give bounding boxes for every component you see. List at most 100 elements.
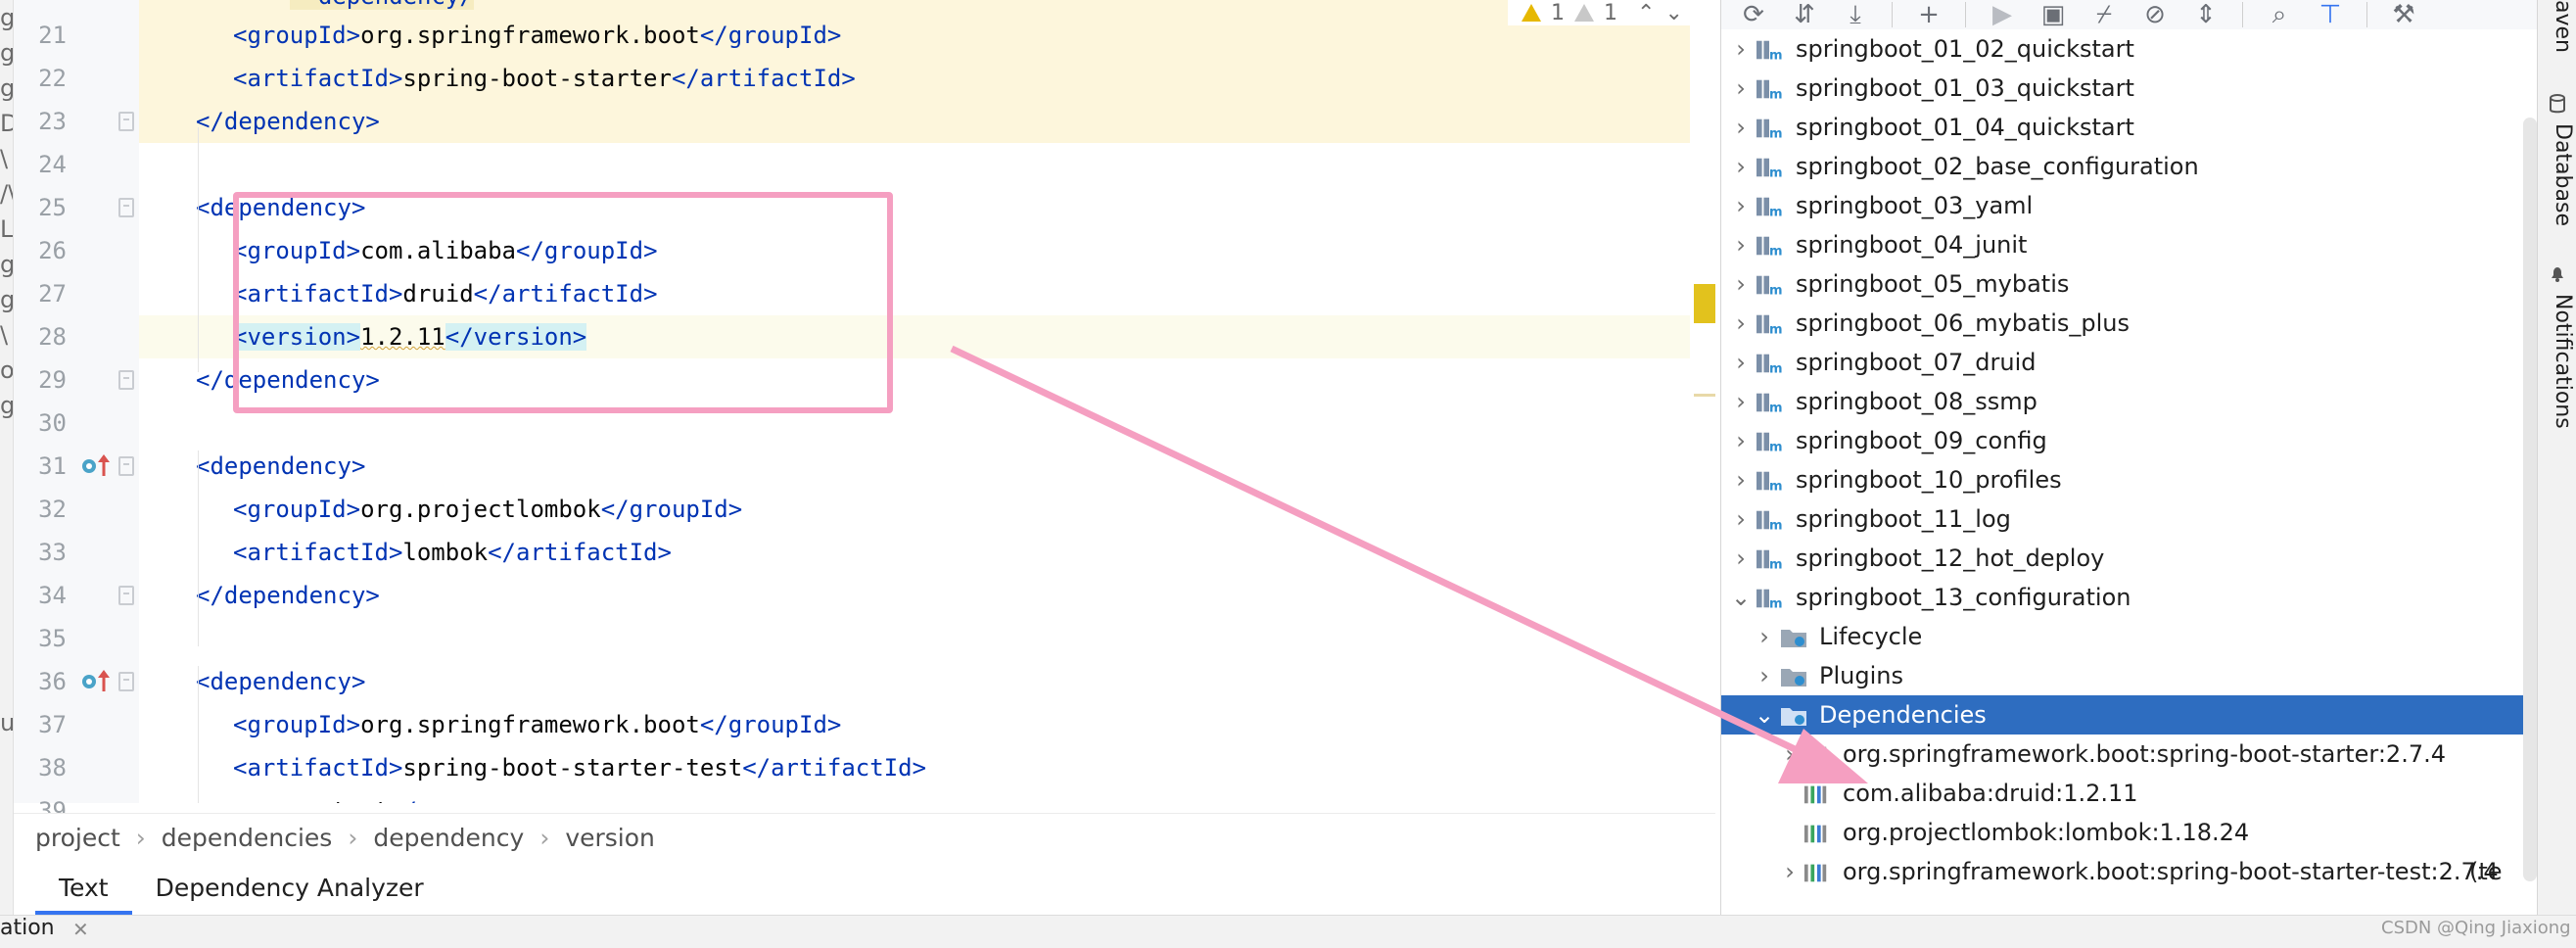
- chevron-right-icon[interactable]: ›: [1753, 617, 1776, 656]
- editor-error-stripe[interactable]: [1690, 0, 1715, 803]
- maven-module-icon: m: [1756, 510, 1782, 532]
- previous-problem-icon[interactable]: ⌃: [1637, 1, 1655, 25]
- chevron-right-icon[interactable]: ›: [1729, 225, 1753, 264]
- fold-open-marker[interactable]: [118, 198, 134, 217]
- dependency-item[interactable]: › org.springframework.boot:spring-boot-st…: [1721, 735, 2537, 774]
- maven-folder-icon: [1781, 708, 1806, 726]
- left-project-strip: g. g. g. D \ /\ Lg. g. \ or g. u: [0, 0, 14, 948]
- breadcrumb-item[interactable]: dependency: [373, 824, 524, 852]
- code-line[interactable]: <scope>test</scope>: [139, 789, 1715, 803]
- show-deps-icon[interactable]: ⊤: [2316, 0, 2345, 29]
- dependency-item[interactable]: com.alibaba:druid:1.2.11: [1721, 774, 2537, 813]
- chevron-right-icon[interactable]: ›: [1729, 539, 1753, 578]
- editor-tab[interactable]: Dependency Analyzer: [132, 862, 447, 915]
- chevron-right-icon[interactable]: ›: [1729, 382, 1753, 421]
- breadcrumb-item[interactable]: project: [35, 824, 120, 852]
- chevron-right-icon[interactable]: ›: [1729, 69, 1753, 108]
- collapse-icon[interactable]: ⇕: [2191, 0, 2221, 29]
- maven-node-dependencies[interactable]: ⌄ Dependencies: [1721, 695, 2537, 735]
- maven-module-item[interactable]: › m springboot_12_hot_deploy: [1721, 539, 2537, 578]
- maven-module-item[interactable]: › m springboot_01_02_quickstart: [1721, 29, 2537, 69]
- chevron-right-icon[interactable]: ›: [1729, 460, 1753, 499]
- code-line[interactable]: </dependency>: [139, 100, 1715, 143]
- inspection-widget[interactable]: 1 1 ⌃ ⌄: [1508, 0, 1713, 25]
- fold-open-marker[interactable]: [118, 456, 134, 476]
- maven-module-item[interactable]: › m springboot_07_druid: [1721, 343, 2537, 382]
- overrides-icon[interactable]: [80, 454, 114, 478]
- maven-module-item[interactable]: › m springboot_01_04_quickstart: [1721, 108, 2537, 147]
- notifications-tool-tab[interactable]: Notifications: [2542, 294, 2575, 429]
- reload-icon[interactable]: ⟳: [1739, 0, 1768, 29]
- maven-tool-tab[interactable]: aven: [2542, 0, 2575, 53]
- settings-icon[interactable]: ⚒: [2389, 0, 2418, 29]
- fold-open-marker[interactable]: [118, 672, 134, 691]
- dependency-item[interactable]: org.projectlombok:lombok:1.18.24: [1721, 813, 2537, 852]
- breadcrumb-item[interactable]: dependencies: [162, 824, 333, 852]
- status-tool-label[interactable]: ation: [0, 916, 55, 940]
- code-line[interactable]: <dependency>: [139, 445, 1715, 488]
- code-line[interactable]: </dependency>: [139, 574, 1715, 617]
- execute-goal-icon[interactable]: ▣: [2038, 0, 2068, 29]
- chevron-right-icon[interactable]: ›: [1729, 147, 1753, 186]
- maven-module-item[interactable]: › m springboot_10_profiles: [1721, 460, 2537, 499]
- fold-close-marker[interactable]: [118, 586, 134, 605]
- maven-module-item[interactable]: › m springboot_06_mybatis_plus: [1721, 304, 2537, 343]
- run-icon[interactable]: ▶: [1988, 0, 2017, 29]
- breadcrumb-item[interactable]: version: [565, 824, 655, 852]
- maven-module-item[interactable]: › m springboot_04_junit: [1721, 225, 2537, 264]
- code-line[interactable]: <artifactId>spring-boot-starter-test</ar…: [139, 746, 1715, 789]
- code-line[interactable]: <artifactId>lombok</artifactId>: [139, 531, 1715, 574]
- dependency-item[interactable]: › org.springframework.boot:spring-boot-st…: [1721, 852, 2537, 891]
- chevron-down-icon[interactable]: ⌄: [1729, 578, 1753, 617]
- maven-module-item[interactable]: › m springboot_08_ssmp: [1721, 382, 2537, 421]
- chevron-right-icon[interactable]: ›: [1753, 656, 1776, 695]
- reimport-icon[interactable]: ⇵: [1790, 0, 1819, 29]
- chevron-down-icon[interactable]: ⌄: [1753, 695, 1776, 735]
- next-problem-icon[interactable]: ⌄: [1664, 1, 1682, 25]
- code-line[interactable]: <groupId>org.projectlombok</groupId>: [139, 488, 1715, 531]
- database-tool-tab[interactable]: Database: [2542, 123, 2575, 226]
- maven-module-item[interactable]: › m springboot_02_base_configuration: [1721, 147, 2537, 186]
- download-icon[interactable]: ⤓: [1841, 0, 1870, 29]
- close-icon[interactable]: ✕: [72, 918, 89, 941]
- maven-module-item[interactable]: › m springboot_05_mybatis: [1721, 264, 2537, 304]
- analyze-icon[interactable]: ⌕: [2265, 0, 2294, 29]
- code-line[interactable]: <artifactId>spring-boot-starter</artifac…: [139, 57, 1715, 100]
- tree-item-label: springboot_12_hot_deploy: [1796, 545, 2105, 572]
- line-number: 24: [38, 151, 67, 178]
- code-line[interactable]: [139, 617, 1715, 660]
- code-line[interactable]: [139, 143, 1715, 186]
- chevron-right-icon[interactable]: ›: [1729, 29, 1753, 69]
- maven-node-plugins[interactable]: › Plugins: [1721, 656, 2537, 695]
- code-line[interactable]: <groupId>org.springframework.boot</group…: [139, 14, 1715, 57]
- code-line[interactable]: <dependency>: [139, 660, 1715, 703]
- tree-item-label: springboot_04_junit: [1796, 231, 2028, 259]
- chevron-right-icon[interactable]: ›: [1729, 343, 1753, 382]
- maven-module-item[interactable]: › m springboot_01_03_quickstart: [1721, 69, 2537, 108]
- chevron-right-icon[interactable]: ›: [1778, 852, 1802, 891]
- add-icon[interactable]: +: [1914, 0, 1944, 29]
- editor-tab[interactable]: Text: [35, 862, 132, 915]
- overrides-icon[interactable]: [80, 670, 114, 693]
- chevron-right-icon[interactable]: ›: [1729, 499, 1753, 539]
- maven-module-item[interactable]: › m springboot_03_yaml: [1721, 186, 2537, 225]
- maven-module-item[interactable]: › m springboot_09_config: [1721, 421, 2537, 460]
- change-stripe-mark[interactable]: [1694, 394, 1715, 397]
- toggle-icon[interactable]: ⌿: [2089, 0, 2119, 29]
- maven-node-lifecycle[interactable]: › Lifecycle: [1721, 617, 2537, 656]
- chevron-right-icon[interactable]: ›: [1729, 108, 1753, 147]
- editor-bottom-tabs: Text Dependency Analyzer: [14, 862, 1715, 915]
- chevron-right-icon[interactable]: ›: [1729, 264, 1753, 304]
- maven-scrollbar[interactable]: [2523, 118, 2537, 881]
- skip-tests-icon[interactable]: ⊘: [2140, 0, 2170, 29]
- chevron-right-icon[interactable]: ›: [1778, 735, 1802, 774]
- fold-close-marker[interactable]: [118, 112, 134, 131]
- warning-stripe-mark[interactable]: [1694, 284, 1715, 323]
- code-line[interactable]: <groupId>org.springframework.boot</group…: [139, 703, 1715, 746]
- chevron-right-icon[interactable]: ›: [1729, 186, 1753, 225]
- maven-module-item[interactable]: › m springboot_11_log: [1721, 499, 2537, 539]
- chevron-right-icon[interactable]: ›: [1729, 421, 1753, 460]
- chevron-right-icon[interactable]: ›: [1729, 304, 1753, 343]
- fold-close-marker[interactable]: [118, 370, 134, 390]
- maven-module-item[interactable]: ⌄ m springboot_13_configuration: [1721, 578, 2537, 617]
